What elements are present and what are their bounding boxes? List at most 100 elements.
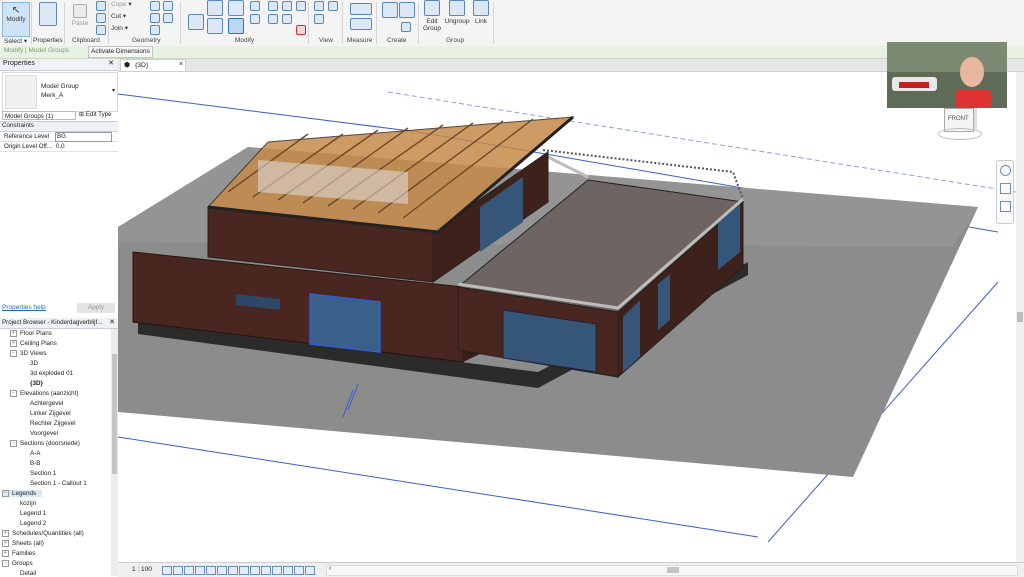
- geometry-tool-1-icon[interactable]: [150, 1, 160, 11]
- browser-tree-item[interactable]: − Sections (doorsnede): [10, 440, 80, 447]
- steering-wheel-icon[interactable]: [1000, 165, 1011, 176]
- browser-tree-item[interactable]: + Schedules/Quantities (all): [2, 530, 84, 537]
- origin-offset-value[interactable]: 0.0: [56, 143, 65, 150]
- geometry-tool-4-icon[interactable]: [163, 1, 173, 11]
- browser-tree-item[interactable]: + Families: [2, 550, 35, 557]
- mirror-axis-icon[interactable]: [250, 14, 260, 24]
- browser-tree-item[interactable]: A-A: [30, 450, 41, 457]
- browser-tree-item[interactable]: Voorgevel: [30, 430, 58, 437]
- zoom-icon[interactable]: [1000, 183, 1011, 194]
- expand-icon[interactable]: +: [2, 540, 9, 547]
- ungroup-button[interactable]: Ungroup: [443, 0, 471, 25]
- browser-tree-item[interactable]: − Legends: [2, 490, 42, 498]
- browser-tree-item[interactable]: − Groups: [2, 560, 33, 567]
- model-canvas[interactable]: [118, 72, 1016, 562]
- worksets-icon[interactable]: [305, 566, 315, 575]
- view-tab-close-icon[interactable]: ×: [179, 61, 183, 68]
- browser-tree-item[interactable]: Section 1: [30, 470, 56, 477]
- paint-icon[interactable]: [314, 14, 324, 24]
- front-curtain-wall[interactable]: [309, 293, 381, 353]
- geometry-tool-2-icon[interactable]: [150, 13, 160, 23]
- measure-icon[interactable]: [350, 3, 372, 15]
- browser-tree-item[interactable]: −3D Views: [10, 350, 46, 357]
- viewport-scrollbar[interactable]: [1016, 72, 1024, 562]
- cut-button[interactable]: Cut ▾: [111, 12, 126, 20]
- collapse-icon[interactable]: −: [10, 390, 17, 397]
- expand-icon[interactable]: +: [2, 550, 9, 557]
- horizontal-scroll-thumb[interactable]: [667, 567, 679, 573]
- edit-type-button[interactable]: ⊞ Edit Type: [79, 111, 112, 118]
- analysis-icon[interactable]: [272, 566, 282, 575]
- collapse-icon[interactable]: −: [10, 350, 17, 357]
- collapse-icon[interactable]: −: [2, 560, 9, 567]
- browser-scrollbar[interactable]: [111, 329, 118, 576]
- array-icon[interactable]: [268, 14, 278, 24]
- expand-icon[interactable]: +: [10, 340, 17, 347]
- render-icon[interactable]: [206, 566, 216, 575]
- apply-button[interactable]: Apply: [77, 303, 115, 313]
- reveal-hidden-icon[interactable]: [261, 566, 271, 575]
- trim-icon[interactable]: [282, 14, 292, 24]
- detail-level-icon[interactable]: [162, 566, 172, 575]
- geometry-tool-5-icon[interactable]: [163, 13, 173, 23]
- copy-icon[interactable]: [96, 13, 106, 23]
- type-selector[interactable]: Model Group Merk_A ▾: [2, 72, 118, 112]
- collapse-icon[interactable]: −: [2, 490, 9, 497]
- browser-tree-item[interactable]: Linker Zijgevel: [30, 410, 71, 417]
- lock-view-icon[interactable]: [239, 566, 249, 575]
- copy-element-icon[interactable]: [207, 18, 223, 34]
- browser-tree-item[interactable]: − Elevations (aanzicht): [10, 390, 78, 397]
- browser-tree-item[interactable]: 3d exploded 01: [30, 370, 73, 377]
- browser-tree-item[interactable]: Achtergevel: [30, 400, 63, 407]
- horizontal-scrollbar[interactable]: ‹: [326, 565, 1018, 576]
- browser-tree-item[interactable]: Section 1 - Callout 1: [30, 480, 87, 487]
- properties-close-icon[interactable]: ✕: [108, 59, 114, 67]
- browser-tree-item[interactable]: {3D}: [30, 380, 43, 387]
- browser-scroll-thumb[interactable]: [112, 354, 117, 474]
- viewport-scroll-thumb[interactable]: [1017, 312, 1023, 322]
- link-button[interactable]: Link: [471, 0, 491, 25]
- view-scale[interactable]: 1 : 100: [132, 566, 152, 573]
- browser-tree-item[interactable]: Legend 1: [20, 510, 46, 517]
- delete-icon[interactable]: [296, 25, 306, 35]
- properties-help-link[interactable]: Properties help: [2, 304, 46, 311]
- highlight-icon[interactable]: [283, 566, 293, 575]
- create-similar-icon[interactable]: [399, 2, 415, 18]
- browser-tree-item[interactable]: Rechter Zijgevel: [30, 420, 76, 427]
- pan-icon[interactable]: [1000, 201, 1011, 212]
- match-icon[interactable]: [96, 25, 106, 35]
- select-dropdown[interactable]: Select ▾: [4, 37, 27, 45]
- create-group-icon[interactable]: [401, 22, 411, 32]
- browser-tree-item[interactable]: Legend 2: [20, 520, 46, 527]
- browser-tree-item[interactable]: + Floor Plans: [10, 330, 52, 337]
- browser-close-icon[interactable]: ✕: [109, 318, 115, 326]
- browser-tree-item[interactable]: Detail: [20, 570, 36, 576]
- shadows-icon[interactable]: [195, 566, 205, 575]
- show-crop-icon[interactable]: [228, 566, 238, 575]
- activate-dimensions-button[interactable]: Activate Dimensions: [88, 46, 153, 58]
- split-icon[interactable]: [268, 1, 278, 11]
- constraints-section[interactable]: Constraints: [0, 122, 118, 132]
- mirror-icon[interactable]: [250, 1, 260, 11]
- properties-button[interactable]: [36, 2, 60, 28]
- collapse-icon[interactable]: −: [10, 440, 17, 447]
- offset-icon[interactable]: [228, 0, 244, 16]
- browser-tree-item[interactable]: 3D: [30, 360, 38, 367]
- browser-tree-item[interactable]: B-B: [30, 460, 41, 467]
- sun-path-icon[interactable]: [184, 566, 194, 575]
- temp-hide-icon[interactable]: [250, 566, 260, 575]
- 3d-viewport[interactable]: FRONT: [118, 72, 1016, 562]
- modify-button[interactable]: ↖ Modify: [2, 2, 30, 37]
- scale-icon[interactable]: [282, 1, 292, 11]
- instance-filter-dropdown[interactable]: Model Groups (1): [2, 111, 76, 120]
- geometry-tool-3-icon[interactable]: [150, 25, 160, 35]
- reference-level-value[interactable]: BG: [55, 132, 112, 142]
- scroll-left-icon[interactable]: ‹: [329, 565, 331, 572]
- expand-icon[interactable]: +: [2, 530, 9, 537]
- dimension-icon[interactable]: [350, 18, 372, 30]
- browser-tree-item[interactable]: kozijn: [20, 500, 36, 507]
- constraints-icon[interactable]: [294, 566, 304, 575]
- rotate-icon[interactable]: [228, 18, 244, 34]
- visual-style-icon[interactable]: [173, 566, 183, 575]
- align-icon[interactable]: [207, 0, 223, 16]
